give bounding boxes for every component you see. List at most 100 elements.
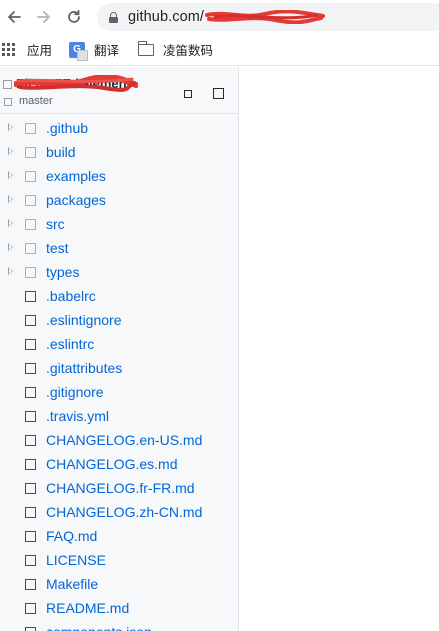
tree-item-label[interactable]: README.md — [46, 600, 129, 616]
tree-file-item[interactable]: LICENSE — [0, 548, 238, 572]
folder-icon — [25, 171, 36, 182]
file-icon — [25, 531, 36, 542]
file-icon — [25, 411, 36, 422]
tree-file-item[interactable]: Makefile — [0, 572, 238, 596]
file-icon — [25, 603, 36, 614]
tree-file-item[interactable]: CHANGELOG.fr-FR.md — [0, 476, 238, 500]
tree-folder-item[interactable]: types — [0, 260, 238, 284]
chevron-right-icon[interactable] — [8, 123, 13, 131]
redaction-scribble — [205, 10, 326, 24]
tree-item-label[interactable]: .github — [46, 120, 88, 136]
tree-item-label[interactable]: examples — [46, 168, 106, 184]
bookmark-label: 翻译 — [94, 44, 120, 58]
branch-icon — [4, 98, 12, 106]
tree-file-item[interactable]: .eslintignore — [0, 308, 238, 332]
tree-item-label[interactable]: CHANGELOG.es.md — [46, 456, 177, 472]
tree-file-item[interactable]: FAQ.md — [0, 524, 238, 548]
tree-item-label[interactable]: CHANGELOG.en-US.md — [46, 432, 202, 448]
chevron-right-icon[interactable] — [8, 267, 13, 275]
folder-icon — [25, 147, 36, 158]
main-content — [240, 67, 439, 631]
tree-item-label[interactable]: types — [46, 264, 79, 280]
reload-icon[interactable] — [62, 5, 86, 29]
tree-item-label[interactable]: LICENSE — [46, 552, 106, 568]
tree-folder-item[interactable]: .github — [0, 116, 238, 140]
redaction-scribble — [14, 75, 138, 92]
file-icon — [25, 363, 36, 374]
tree-item-label[interactable]: test — [46, 240, 69, 256]
tree-folder-item[interactable]: test — [0, 236, 238, 260]
bookmark-label: 应用 — [27, 44, 53, 58]
tree-item-label[interactable]: Makefile — [46, 576, 98, 592]
google-translate-icon: G — [69, 41, 89, 61]
chevron-right-icon[interactable] — [8, 219, 13, 227]
tree-file-item[interactable]: components.json — [0, 620, 238, 631]
browser-toolbar: github.com/ — [0, 0, 439, 34]
tree-item-label[interactable]: .eslintrc — [46, 336, 94, 352]
toggle-sidebar-button[interactable] — [213, 88, 224, 99]
arrow-left-icon[interactable] — [2, 5, 26, 29]
file-tree-sidebar: ElemeFE / element master .github build exa… — [0, 67, 239, 631]
branch-name: master — [19, 95, 53, 107]
file-icon — [25, 555, 36, 566]
tree-file-item[interactable]: .travis.yml — [0, 404, 238, 428]
chevron-right-icon[interactable] — [8, 147, 13, 155]
tree-file-item[interactable]: README.md — [0, 596, 238, 620]
bookmark-apps[interactable]: 应用 — [2, 40, 52, 59]
file-icon — [25, 435, 36, 446]
folder-icon — [25, 267, 36, 278]
chevron-right-icon[interactable] — [8, 243, 13, 251]
tree-item-label[interactable]: .gitignore — [46, 384, 104, 400]
folder-icon — [25, 219, 36, 230]
repo-icon — [3, 80, 12, 89]
file-icon — [25, 579, 36, 590]
tree-folder-item[interactable]: examples — [0, 164, 238, 188]
apps-grid-icon — [2, 42, 16, 57]
pin-sidebar-button[interactable] — [184, 90, 192, 98]
tree-file-item[interactable]: .babelrc — [0, 284, 238, 308]
tree-item-label[interactable]: .eslintignore — [46, 312, 122, 328]
folder-icon — [25, 195, 36, 206]
arrow-right-icon[interactable] — [32, 5, 56, 29]
tree-file-item[interactable]: CHANGELOG.es.md — [0, 452, 238, 476]
lock-icon — [109, 11, 118, 23]
tree-item-label[interactable]: CHANGELOG.fr-FR.md — [46, 480, 195, 496]
tree-item-label[interactable]: .travis.yml — [46, 408, 109, 424]
file-icon — [25, 315, 36, 326]
tree-folder-item[interactable]: packages — [0, 188, 238, 212]
bookmark-label: 凌笛数码 — [163, 44, 214, 58]
tree-file-item[interactable]: .gitattributes — [0, 356, 238, 380]
folder-icon — [25, 243, 36, 254]
repo-header: ElemeFE / element master — [0, 67, 238, 114]
folder-icon — [137, 40, 155, 56]
file-icon — [25, 291, 36, 302]
file-icon — [25, 459, 36, 470]
tree-file-item[interactable]: .eslintrc — [0, 332, 238, 356]
tree-item-label[interactable]: CHANGELOG.zh-CN.md — [46, 504, 202, 520]
tree-file-item[interactable]: CHANGELOG.en-US.md — [0, 428, 238, 452]
chevron-right-icon[interactable] — [8, 195, 13, 203]
tree-item-label[interactable]: FAQ.md — [46, 528, 97, 544]
url-text: github.com/ — [128, 9, 205, 25]
bookmark-folder[interactable]: 凌笛数码 — [137, 40, 214, 59]
tree-item-label[interactable]: .babelrc — [46, 288, 96, 304]
address-bar[interactable]: github.com/ — [97, 3, 439, 31]
file-icon — [25, 387, 36, 398]
file-icon — [25, 627, 36, 631]
file-icon — [25, 339, 36, 350]
folder-icon — [25, 123, 36, 134]
bookmark-translate[interactable]: G 翻译 — [69, 40, 120, 61]
file-tree: .github build examples packages src test types… — [0, 115, 238, 631]
bookmarks-bar: 应用 G 翻译 凌笛数码 — [0, 34, 439, 66]
tree-file-item[interactable]: CHANGELOG.zh-CN.md — [0, 500, 238, 524]
file-icon — [25, 507, 36, 518]
tree-item-label[interactable]: build — [46, 144, 76, 160]
tree-folder-item[interactable]: build — [0, 140, 238, 164]
tree-file-item[interactable]: .gitignore — [0, 380, 238, 404]
chevron-right-icon[interactable] — [8, 171, 13, 179]
tree-folder-item[interactable]: src — [0, 212, 238, 236]
tree-item-label[interactable]: .gitattributes — [46, 360, 122, 376]
tree-item-label[interactable]: components.json — [46, 624, 152, 631]
tree-item-label[interactable]: packages — [46, 192, 106, 208]
tree-item-label[interactable]: src — [46, 216, 65, 232]
